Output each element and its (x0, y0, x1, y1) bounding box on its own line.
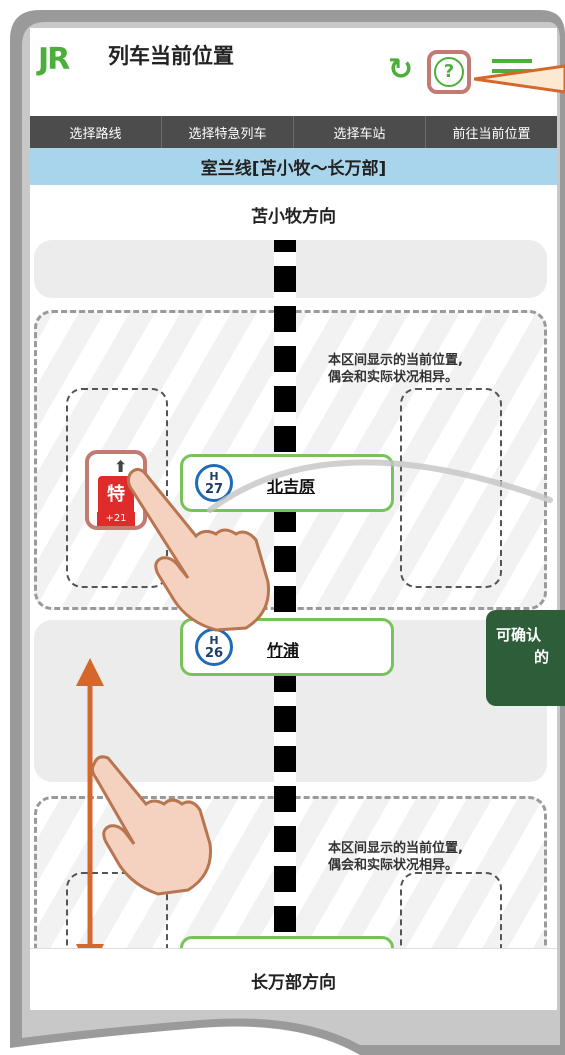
section-notice: 本区间显示的当前位置, 偶会和实际状况相异。 (328, 841, 463, 873)
tab-select-station[interactable]: 选择车站 (294, 116, 426, 148)
train-slot-right (400, 872, 502, 948)
station-name[interactable]: 竹浦 (267, 637, 299, 661)
reload-icon[interactable]: ↻ (388, 52, 413, 87)
direction-bottom: 长万部方向 (30, 948, 557, 1010)
train-slot-right (400, 388, 502, 588)
nav-tabs: 选择路线 选择特急列车 选择车站 前往当前位置 (30, 116, 557, 148)
app-title: 列车当前位置 (108, 44, 234, 68)
section-notice: 本区间显示的当前位置, 偶会和实际状况相异。 (328, 353, 463, 385)
track-area[interactable]: 本区间显示的当前位置, 偶会和实际状况相异。 本区间显示的当前位置, 偶会和实际状况… (30, 240, 557, 948)
tab-current-position[interactable]: 前往当前位置 (426, 116, 557, 148)
tap-hand-icon (126, 467, 271, 632)
help-icon[interactable]: ? (434, 57, 464, 87)
swipe-hand-icon (76, 658, 213, 948)
app-screen: JR 列车当前位置 ↻ ? 选择路线 选择特急列车 选择车站 前往当前位置 室兰… (30, 28, 557, 1010)
line-title: 室兰线[苫小牧～长万部] (30, 148, 557, 185)
tab-select-express[interactable]: 选择特急列车 (162, 116, 294, 148)
callout-box: 可确认 的 (486, 610, 565, 706)
direction-top: 苫小牧方向 (30, 188, 557, 241)
tab-select-line[interactable]: 选择路线 (30, 116, 162, 148)
jr-logo: JR (38, 42, 70, 77)
callout-pointer (474, 64, 565, 94)
